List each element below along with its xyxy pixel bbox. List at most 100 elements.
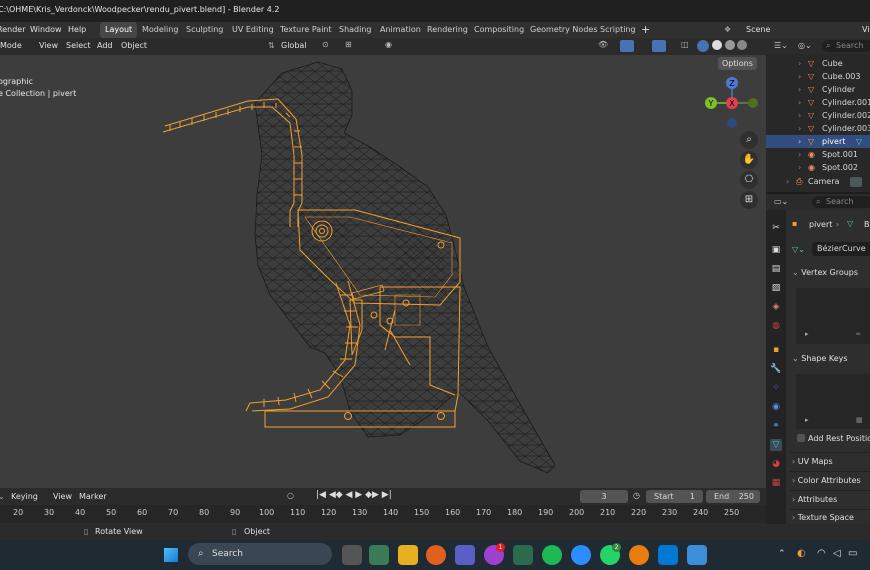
stopwatch-icon[interactable]: ◷ [633,491,640,500]
visibility-icon[interactable]: 👁 [598,40,608,49]
panel-color-attributes[interactable]: › Color Attributes [792,473,861,488]
mode-dropdown[interactable]: Mode [0,41,22,50]
tool-tab-icon[interactable]: ✂ [770,222,782,234]
modifier-tab-icon[interactable]: 🔧 [770,363,782,375]
tab-shading[interactable]: Shading [334,22,377,38]
tab-geometry-nodes[interactable]: Geometry Nodes [525,22,602,38]
outliner-item[interactable]: › ◉ Spot.002 [766,161,870,174]
wireframe-shading-icon[interactable] [697,40,709,52]
view-layer-tab-icon[interactable]: ▨ [770,282,782,294]
zoom-app-icon[interactable] [571,545,591,565]
widgets-icon[interactable] [369,545,389,565]
add-rest-position-checkbox[interactable] [797,434,805,442]
particles-tab-icon[interactable]: ⁘ [770,382,782,394]
snap-icon[interactable]: ⊞ [345,40,352,49]
shape-keys-list[interactable]: ▸ ▦ [796,374,870,429]
list-expand-icon[interactable]: ▸ [805,330,809,338]
menu-keying[interactable]: Keying [11,492,38,501]
camera-view-icon[interactable]: ⎔ [740,171,758,189]
spotify-icon[interactable] [542,545,562,565]
paint-app-icon[interactable] [687,545,707,565]
properties-editor-icon[interactable]: ▭⌄ [774,197,788,206]
object-tab-icon[interactable]: ▪ [770,344,782,356]
output-tab-icon[interactable]: ▤ [770,263,782,275]
constraints-tab-icon[interactable]: ⚭ [770,420,782,432]
outliner-item[interactable]: › ▽ Cylinder.002 [766,109,870,122]
data-selector-icon[interactable]: ▽⌄ [792,245,805,254]
playback-controls[interactable]: |◀ ◀◆ ◀ ▶ ◆▶ ▶| [316,490,392,500]
outliner-item[interactable]: › ◉ Spot.001 [766,148,870,161]
menu-help[interactable]: Help [68,25,86,34]
physics-tab-icon[interactable]: ◉ [770,401,782,413]
start-frame-field[interactable]: Start 1 [646,490,703,503]
panel-texture-space[interactable]: › Texture Space [792,510,854,525]
panel-vertex-groups[interactable]: ⌄ Vertex Groups [792,265,858,280]
outliner-item-selected[interactable]: › ▽ pivert ▽ [766,135,870,148]
panel-attributes[interactable]: › Attributes [792,492,837,507]
list-grip-icon[interactable]: ▦ [856,416,863,424]
outliner-item[interactable]: › ▽ Cylinder.001 [766,96,870,109]
menu-select[interactable]: Select [66,41,91,50]
teams-icon[interactable] [455,545,475,565]
panel-shape-keys[interactable]: ⌄ Shape Keys [792,351,848,366]
solid-shading-icon[interactable] [712,40,722,50]
task-view-icon[interactable] [342,545,362,565]
rendered-shading-icon[interactable] [737,40,747,50]
pivot-icon[interactable]: ⊙ [322,40,329,49]
menu-marker[interactable]: Marker [79,492,107,501]
outliner-item[interactable]: › ⎙ Camera [766,175,870,188]
ortho-grid-icon[interactable]: ⊞ [740,191,758,209]
list-grip-icon[interactable]: ═ [856,330,860,338]
menu-timeline-view[interactable]: View [53,492,72,501]
list-expand-icon[interactable]: ▸ [805,416,809,424]
timeline-editor-icon[interactable]: ⌄ [0,492,5,501]
record-icon[interactable]: ○ [287,491,294,500]
tab-compositing[interactable]: Compositing [469,22,529,38]
material-shading-icon[interactable] [725,40,735,50]
wifi-icon[interactable]: ◠ [817,548,826,559]
menu-object[interactable]: Object [121,41,147,50]
battery-icon[interactable]: ▭ [848,548,857,559]
tab-sculpting[interactable]: Sculpting [181,22,228,38]
outliner-item[interactable]: › ▽ Cylinder [766,83,870,96]
outliner-search-input[interactable]: ⌕ Search [822,40,870,52]
data-tab-icon[interactable]: ▽ [770,439,782,451]
timeline-ruler[interactable]: 20 30 40 50 60 70 80 90 100 110 120 130 … [0,505,766,523]
tab-scripting[interactable]: Scripting [595,22,641,38]
firefox-icon[interactable] [426,545,446,565]
tray-chevron-icon[interactable]: ⌃ [778,549,786,559]
proportional-edit-icon[interactable]: ◉ [385,40,392,49]
menu-render[interactable]: Render [0,25,25,34]
scene-tab-icon[interactable]: ◈ [770,301,782,313]
overlay-toggle-icon[interactable] [652,40,666,52]
volume-icon[interactable]: ◁ [833,548,841,559]
xray-icon[interactable]: ◫ [681,40,689,49]
tab-layout[interactable]: Layout [100,22,138,38]
current-frame-field[interactable]: 3 [580,490,628,503]
render-tab-icon[interactable]: ▣ [770,244,782,256]
end-frame-field[interactable]: End 250 [706,490,760,503]
tab-animation[interactable]: Animation [375,22,426,38]
tab-uv-editing[interactable]: UV Editing [227,22,279,38]
outliner-item[interactable]: › ▽ Cylinder.003 [766,122,870,135]
material-tab-icon[interactable]: ◕ [770,458,782,470]
tab-texture-paint[interactable]: Texture Paint [275,22,337,38]
add-workspace-icon[interactable]: + [641,23,650,36]
tab-modeling[interactable]: Modeling [137,22,183,38]
transform-orientation-dropdown[interactable]: Global [281,41,307,50]
scene-name[interactable]: Scene [746,25,770,34]
panel-uv-maps[interactable]: › UV Maps [792,454,833,469]
tray-app-icon[interactable]: ◐ [797,548,806,559]
world-tab-icon[interactable]: ◍ [770,320,782,332]
menu-window[interactable]: Window [30,25,62,34]
menu-view[interactable]: View [39,41,58,50]
view-layer-name[interactable]: Vi [862,25,870,34]
app-icon[interactable] [513,545,533,565]
outliner-item[interactable]: › ▽ Cube [766,57,870,70]
menu-add[interactable]: Add [97,41,113,50]
texture-tab-icon[interactable]: ▦ [770,477,782,489]
file-explorer-icon[interactable] [398,545,418,565]
zoom-icon[interactable]: ⌕ [740,131,758,149]
display-mode-icon[interactable]: ◎⌄ [798,41,812,50]
navigation-gizmo[interactable]: Z X Y [700,75,760,135]
